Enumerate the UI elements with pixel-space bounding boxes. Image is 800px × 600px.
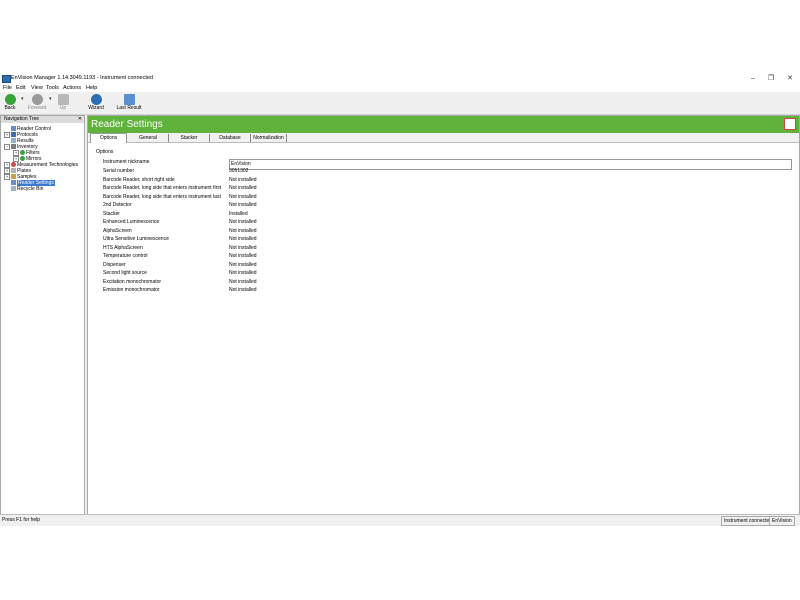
up-label: Up bbox=[59, 105, 67, 111]
option-row-value: Not installed bbox=[229, 176, 257, 183]
toolbar: Back ▾ Forward ▾ Up Wizard Last Result bbox=[0, 92, 800, 115]
app-window: EnVision Manager 1.14.3049.1193 - Instru… bbox=[0, 73, 800, 526]
option-row-label: Emission monochromator bbox=[103, 287, 160, 293]
navigation-tree-header: Navigation Tree ✕ bbox=[1, 116, 84, 123]
instrument-nickname-input[interactable] bbox=[229, 159, 792, 170]
recycle-bin-icon bbox=[11, 186, 16, 192]
app-icon bbox=[2, 75, 11, 83]
option-row-value: Installed bbox=[229, 210, 248, 217]
tab-options[interactable]: Options bbox=[90, 133, 127, 143]
back-dropdown-icon[interactable]: ▾ bbox=[21, 96, 24, 102]
status-connection: Instrument connected bbox=[721, 516, 776, 526]
tab-stacker[interactable]: Stacker bbox=[169, 134, 210, 142]
samples-icon bbox=[11, 174, 16, 180]
back-arrow-icon bbox=[5, 94, 16, 105]
expand-icon[interactable]: + bbox=[4, 132, 10, 138]
measurement-icon bbox=[11, 162, 16, 168]
option-row-value: Not installed bbox=[229, 278, 257, 285]
option-row-value: 3051302 bbox=[229, 168, 249, 174]
document-icon bbox=[124, 94, 135, 105]
navigation-tree: Navigation Tree ✕ Reader Control + Proto… bbox=[0, 115, 85, 515]
settings-icon bbox=[11, 180, 16, 186]
status-instrument: EnVision bbox=[769, 516, 795, 526]
checklist-icon bbox=[784, 118, 796, 130]
back-button[interactable]: Back bbox=[0, 93, 20, 113]
option-row-value: Not installed bbox=[229, 236, 257, 242]
option-row-label: Serial number bbox=[103, 168, 135, 174]
option-row-label: Enhanced Luminescence bbox=[103, 219, 160, 225]
options-section-label: Options bbox=[96, 149, 114, 155]
tab-database[interactable]: Database bbox=[210, 134, 251, 142]
option-row-label: HTS AlphaScreen bbox=[103, 244, 143, 251]
last-result-label: Last Result bbox=[116, 105, 142, 111]
option-row-label: Stacker bbox=[103, 210, 120, 217]
option-row-label: Excitation monochromator bbox=[103, 278, 162, 285]
menu-bar: File Edit View Tools Actions Help bbox=[0, 84, 800, 92]
option-row-label: Ultra Sensitive Luminescence bbox=[103, 236, 169, 242]
title-bar: EnVision Manager 1.14.3049.1193 - Instru… bbox=[0, 73, 800, 84]
main-panel: Reader Settings Options General Stacker … bbox=[87, 115, 800, 515]
close-panel-icon[interactable]: ✕ bbox=[78, 116, 82, 123]
status-help-text: Press F1 for help bbox=[2, 517, 41, 523]
last-result-button[interactable]: Last Result bbox=[113, 93, 145, 113]
forward-dropdown-icon[interactable]: ▾ bbox=[49, 96, 52, 102]
wizard-icon bbox=[91, 94, 102, 105]
wizard-button[interactable]: Wizard bbox=[86, 93, 106, 113]
option-row-value: Not installed bbox=[229, 253, 257, 259]
option-row-value: Not installed bbox=[229, 270, 257, 276]
mirrors-icon bbox=[20, 156, 25, 162]
menu-view[interactable]: View bbox=[31, 84, 43, 92]
page-title: Reader Settings bbox=[91, 119, 163, 130]
menu-edit[interactable]: Edit bbox=[16, 84, 25, 92]
menu-file[interactable]: File bbox=[3, 84, 12, 92]
tree-item-recycle-bin[interactable]: Recycle Bin bbox=[11, 186, 43, 193]
status-bar: Press F1 for help Instrument connected E… bbox=[0, 514, 800, 526]
option-row-value: Not installed bbox=[229, 244, 257, 251]
option-row-label: Barcode Reader, long side that enters in… bbox=[103, 185, 222, 191]
forward-label: Forward bbox=[27, 105, 47, 111]
menu-help[interactable]: Help bbox=[86, 84, 97, 92]
results-icon bbox=[11, 138, 16, 144]
option-row-value: Not installed bbox=[229, 185, 257, 191]
tab-normalization[interactable]: Normalization bbox=[251, 134, 287, 142]
maximize-button[interactable]: ❐ bbox=[761, 73, 781, 84]
inventory-icon bbox=[11, 144, 16, 150]
navigation-tree-title: Navigation Tree bbox=[4, 116, 40, 122]
option-row-label: Barcode Reader, long side that enters in… bbox=[103, 193, 221, 200]
instrument-nickname-label: Instrument nickname bbox=[103, 159, 150, 165]
menu-actions[interactable]: Actions bbox=[63, 84, 81, 92]
close-window-button[interactable]: ✕ bbox=[780, 73, 800, 84]
forward-button[interactable]: Forward bbox=[27, 93, 47, 113]
menu-tools[interactable]: Tools bbox=[46, 84, 59, 92]
tab-general[interactable]: General bbox=[128, 134, 169, 142]
option-row-value: Not installed bbox=[229, 193, 257, 200]
page-header: Reader Settings bbox=[88, 116, 799, 133]
tree-item-label: Recycle Bin bbox=[17, 186, 44, 192]
back-label: Back bbox=[4, 105, 16, 111]
option-row-label: Dispenser bbox=[103, 261, 126, 268]
option-row-label: Temperature control bbox=[103, 253, 148, 259]
option-row-value: Not installed bbox=[229, 287, 257, 293]
option-row-label: Barcode Reader, short right side bbox=[103, 176, 175, 183]
protocols-icon bbox=[11, 132, 16, 138]
window-title: EnVision Manager 1.14.3049.1193 - Instru… bbox=[11, 75, 153, 81]
option-row-value: Not installed bbox=[229, 261, 257, 268]
option-row-label: AlphaScreen bbox=[103, 227, 132, 234]
option-row-label: Second light source bbox=[103, 270, 147, 276]
minimize-button[interactable]: – bbox=[743, 73, 763, 84]
folder-up-icon bbox=[58, 94, 69, 105]
option-row-value: Not installed bbox=[229, 227, 257, 234]
plates-icon bbox=[11, 168, 16, 174]
option-row-value: Not installed bbox=[229, 202, 257, 208]
option-row-value: Not installed bbox=[229, 219, 257, 225]
option-row-label: 2nd Detector bbox=[103, 202, 132, 208]
collapse-icon[interactable]: − bbox=[4, 144, 10, 150]
up-button[interactable]: Up bbox=[55, 93, 71, 113]
wizard-label: Wizard bbox=[88, 105, 104, 111]
forward-arrow-icon bbox=[32, 94, 43, 105]
reader-icon bbox=[11, 126, 16, 132]
filters-icon bbox=[20, 150, 25, 156]
tab-bar: Options General Stacker Database Normali… bbox=[88, 133, 799, 143]
expand-icon[interactable]: + bbox=[4, 174, 10, 180]
